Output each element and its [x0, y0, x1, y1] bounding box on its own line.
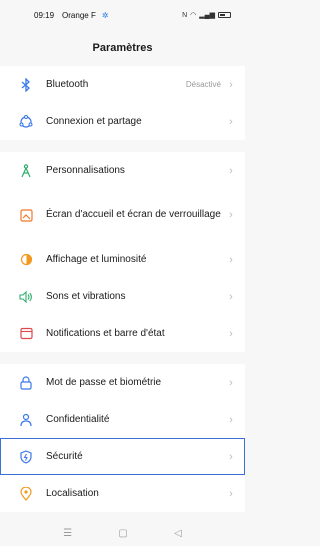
chevron-right-icon: › — [229, 115, 233, 128]
signal-icon: ▂▄▆ — [199, 12, 215, 19]
settings-item-password-biometrics[interactable]: Mot de passe et biométrie › — [0, 364, 245, 401]
settings-item-label: Sécurité — [46, 450, 83, 462]
chevron-right-icon: › — [229, 253, 233, 266]
chevron-right-icon: › — [229, 78, 233, 91]
status-time: 09:19 — [34, 10, 55, 20]
status-carrier: Orange F — [62, 10, 96, 20]
settings-item-label: Bluetooth — [46, 78, 89, 90]
settings-group-display: Personnalisations › Écran d'accueil et é… — [0, 152, 245, 352]
settings-item-home-lock-screen[interactable]: Écran d'accueil et écran de verrouillage… — [0, 189, 245, 241]
settings-item-label: Personnalisations — [46, 164, 125, 176]
settings-group-security: Mot de passe et biométrie › Confidential… — [0, 364, 245, 512]
settings-item-label: Localisation — [46, 487, 99, 499]
bluetooth-status: Désactivé — [185, 80, 221, 89]
security-icon — [18, 449, 34, 465]
nfc-icon: N — [182, 11, 188, 19]
wifi-icon: ◠ — [190, 12, 197, 19]
display-brightness-icon — [18, 252, 34, 268]
settings-item-sounds[interactable]: Sons et vibrations › — [0, 278, 245, 315]
personalization-icon — [18, 163, 34, 179]
chevron-right-icon: › — [229, 327, 233, 340]
navigation-bar: ☰ ▢ ◁ — [0, 520, 245, 546]
settings-item-label: Mot de passe et biométrie — [46, 376, 162, 388]
back-icon[interactable]: ◁ — [174, 528, 182, 539]
settings-item-label: Confidentialité — [46, 413, 110, 425]
chevron-right-icon: › — [229, 487, 233, 500]
chevron-right-icon: › — [229, 164, 233, 177]
settings-item-security[interactable]: Sécurité › — [0, 438, 245, 475]
bluetooth-icon — [18, 77, 34, 93]
privacy-icon — [18, 412, 34, 428]
settings-item-bluetooth[interactable]: Bluetooth Désactivé › — [0, 66, 245, 103]
settings-item-label: Connexion et partage — [46, 115, 142, 127]
settings-item-connection-sharing[interactable]: Connexion et partage › — [0, 103, 245, 140]
chevron-right-icon: › — [229, 290, 233, 303]
settings-item-label: Affichage et luminosité — [46, 253, 147, 265]
settings-item-notifications[interactable]: Notifications et barre d'état › — [0, 315, 245, 352]
notifications-icon — [18, 326, 34, 342]
home-icon[interactable]: ▢ — [118, 528, 127, 539]
password-biometrics-icon — [18, 375, 34, 391]
settings-item-label: Écran d'accueil et écran de verrouillage — [46, 209, 221, 220]
page-title: Paramètres — [92, 42, 153, 54]
chevron-right-icon: › — [229, 450, 233, 463]
sound-icon — [18, 289, 34, 305]
settings-item-privacy[interactable]: Confidentialité › — [0, 401, 245, 438]
settings-item-personalization[interactable]: Personnalisations › — [0, 152, 245, 189]
location-icon — [18, 486, 34, 502]
home-lock-screen-icon — [18, 207, 34, 223]
settings-item-label: Sons et vibrations — [46, 290, 126, 302]
chevron-right-icon: › — [229, 209, 233, 221]
connection-sharing-icon — [18, 114, 34, 130]
settings-item-label: Notifications et barre d'état — [46, 327, 165, 339]
chevron-right-icon: › — [229, 376, 233, 389]
status-bar: 09:19 Orange F ✲ N ◠ ▂▄▆ — [0, 0, 245, 30]
chevron-right-icon: › — [229, 413, 233, 426]
menu-icon[interactable]: ☰ — [63, 528, 72, 539]
settings-item-display-brightness[interactable]: Affichage et luminosité › — [0, 241, 245, 278]
settings-group-connectivity: Bluetooth Désactivé › Connexion et parta… — [0, 66, 245, 140]
status-indicators: N ◠ ▂▄▆ — [182, 11, 231, 19]
settings-item-location[interactable]: Localisation › — [0, 475, 245, 512]
settings-gear-icon: ✲ — [101, 10, 109, 20]
battery-icon — [218, 12, 231, 18]
